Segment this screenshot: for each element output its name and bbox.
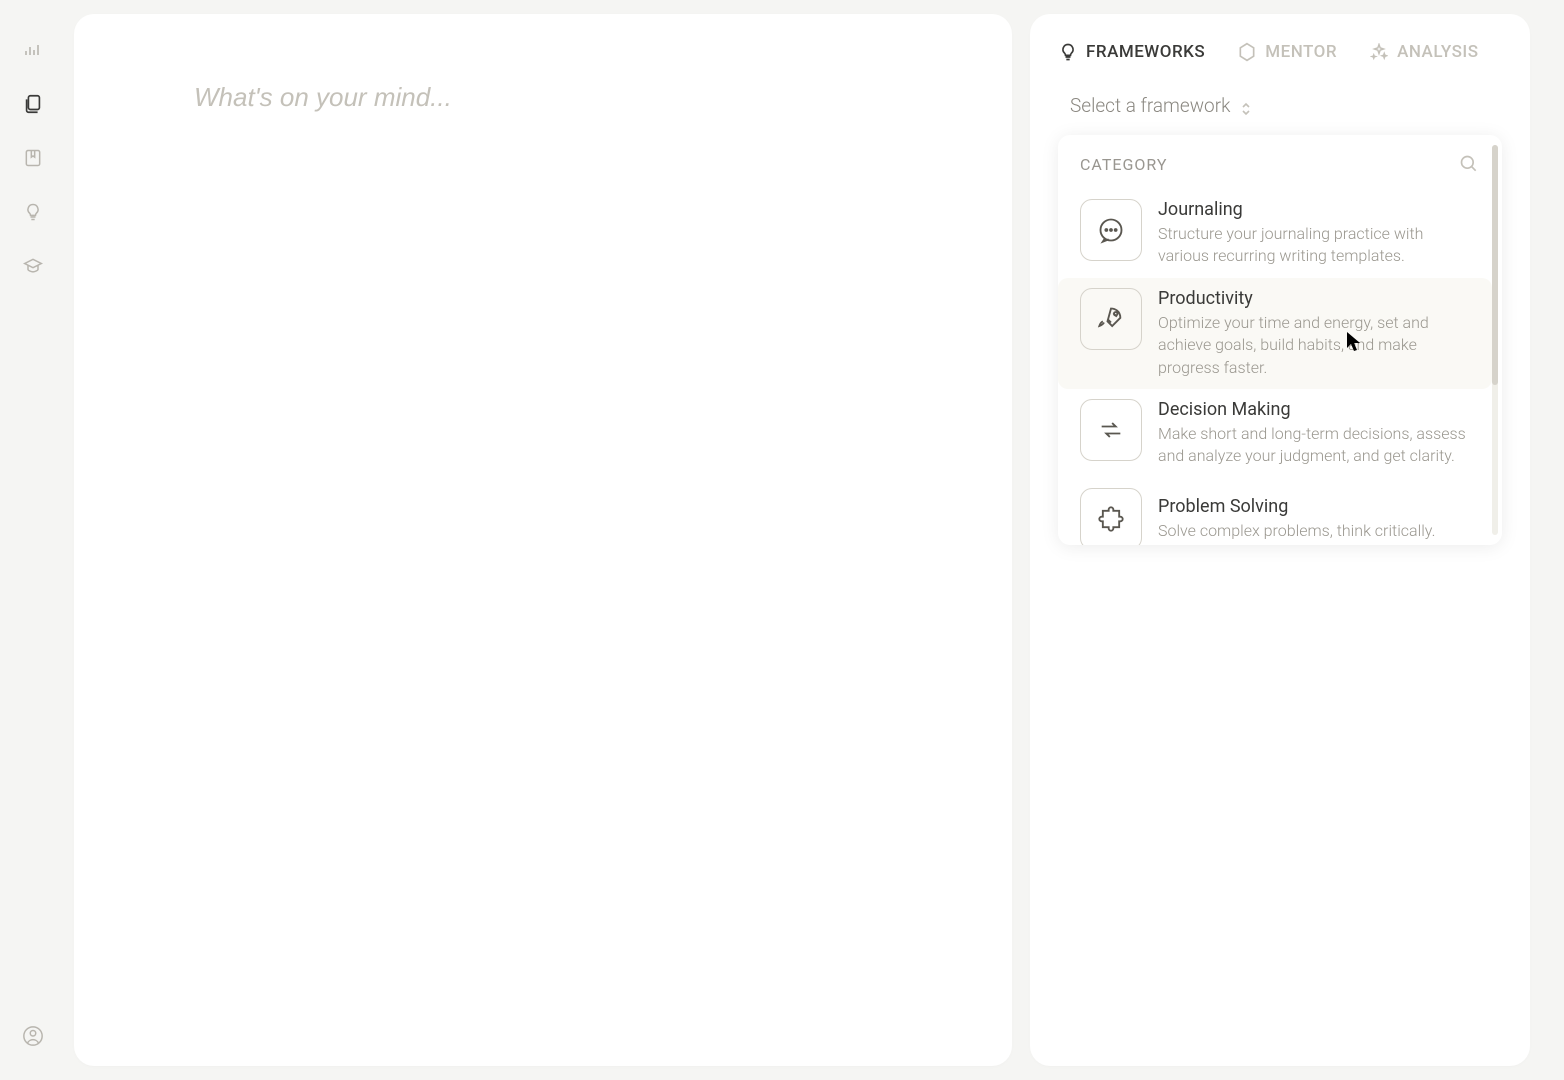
arrows-icon	[1080, 399, 1142, 461]
scroll-thumb[interactable]	[1492, 145, 1498, 385]
category-title: Journaling	[1158, 199, 1474, 220]
category-item-journaling[interactable]: Journaling Structure your journaling pra…	[1058, 189, 1492, 278]
category-label: CATEGORY	[1080, 155, 1167, 174]
category-item-productivity[interactable]: Productivity Optimize your time and ener…	[1058, 278, 1492, 389]
search-icon[interactable]	[1458, 153, 1480, 175]
nav-documents-icon[interactable]	[21, 92, 45, 116]
nav-analytics-icon[interactable]	[21, 38, 45, 62]
tab-analysis[interactable]: ANALYSIS	[1369, 42, 1478, 62]
nav-profile-icon[interactable]	[21, 1024, 45, 1048]
framework-select-label: Select a framework	[1070, 94, 1230, 117]
rocket-icon	[1080, 288, 1142, 350]
nav-rail	[0, 0, 66, 1080]
category-title: Productivity	[1158, 288, 1474, 309]
category-title: Decision Making	[1158, 399, 1474, 420]
nav-lightbulb-icon[interactable]	[21, 200, 45, 224]
chat-icon	[1080, 199, 1142, 261]
right-gutter	[1544, 0, 1564, 1080]
dropdown-scrollbar[interactable]	[1492, 145, 1498, 535]
tab-label: MENTOR	[1265, 42, 1337, 62]
hexagon-icon	[1237, 42, 1257, 62]
framework-dropdown: CATEGORY Journaling Structure your journ…	[1058, 135, 1502, 545]
category-desc: Structure your journaling practice with …	[1158, 223, 1474, 268]
lightbulb-icon	[1058, 42, 1078, 62]
tab-mentor[interactable]: MENTOR	[1237, 42, 1337, 62]
nav-bookmark-icon[interactable]	[21, 146, 45, 170]
category-desc: Solve complex problems, think critically…	[1158, 520, 1435, 542]
category-desc: Optimize your time and energy, set and a…	[1158, 312, 1474, 379]
category-item-decision-making[interactable]: Decision Making Make short and long-term…	[1058, 389, 1492, 478]
puzzle-icon	[1080, 488, 1142, 545]
tab-label: FRAMEWORKS	[1086, 42, 1205, 62]
main-editor	[74, 14, 1012, 1066]
category-header: CATEGORY	[1058, 135, 1492, 189]
nav-education-icon[interactable]	[21, 254, 45, 278]
side-panel: FRAMEWORKS MENTOR ANALYSIS Select a fram…	[1030, 14, 1530, 1066]
category-desc: Make short and long-term decisions, asse…	[1158, 423, 1474, 468]
framework-select[interactable]: Select a framework	[1058, 90, 1502, 135]
editor-input[interactable]	[194, 82, 892, 113]
category-title: Problem Solving	[1158, 496, 1435, 517]
tab-label: ANALYSIS	[1397, 42, 1478, 62]
category-item-problem-solving[interactable]: Problem Solving Solve complex problems, …	[1058, 478, 1492, 545]
sparkle-icon	[1369, 42, 1389, 62]
tabs: FRAMEWORKS MENTOR ANALYSIS	[1058, 42, 1502, 62]
tab-frameworks[interactable]: FRAMEWORKS	[1058, 42, 1205, 62]
chevron-updown-icon	[1240, 99, 1254, 113]
